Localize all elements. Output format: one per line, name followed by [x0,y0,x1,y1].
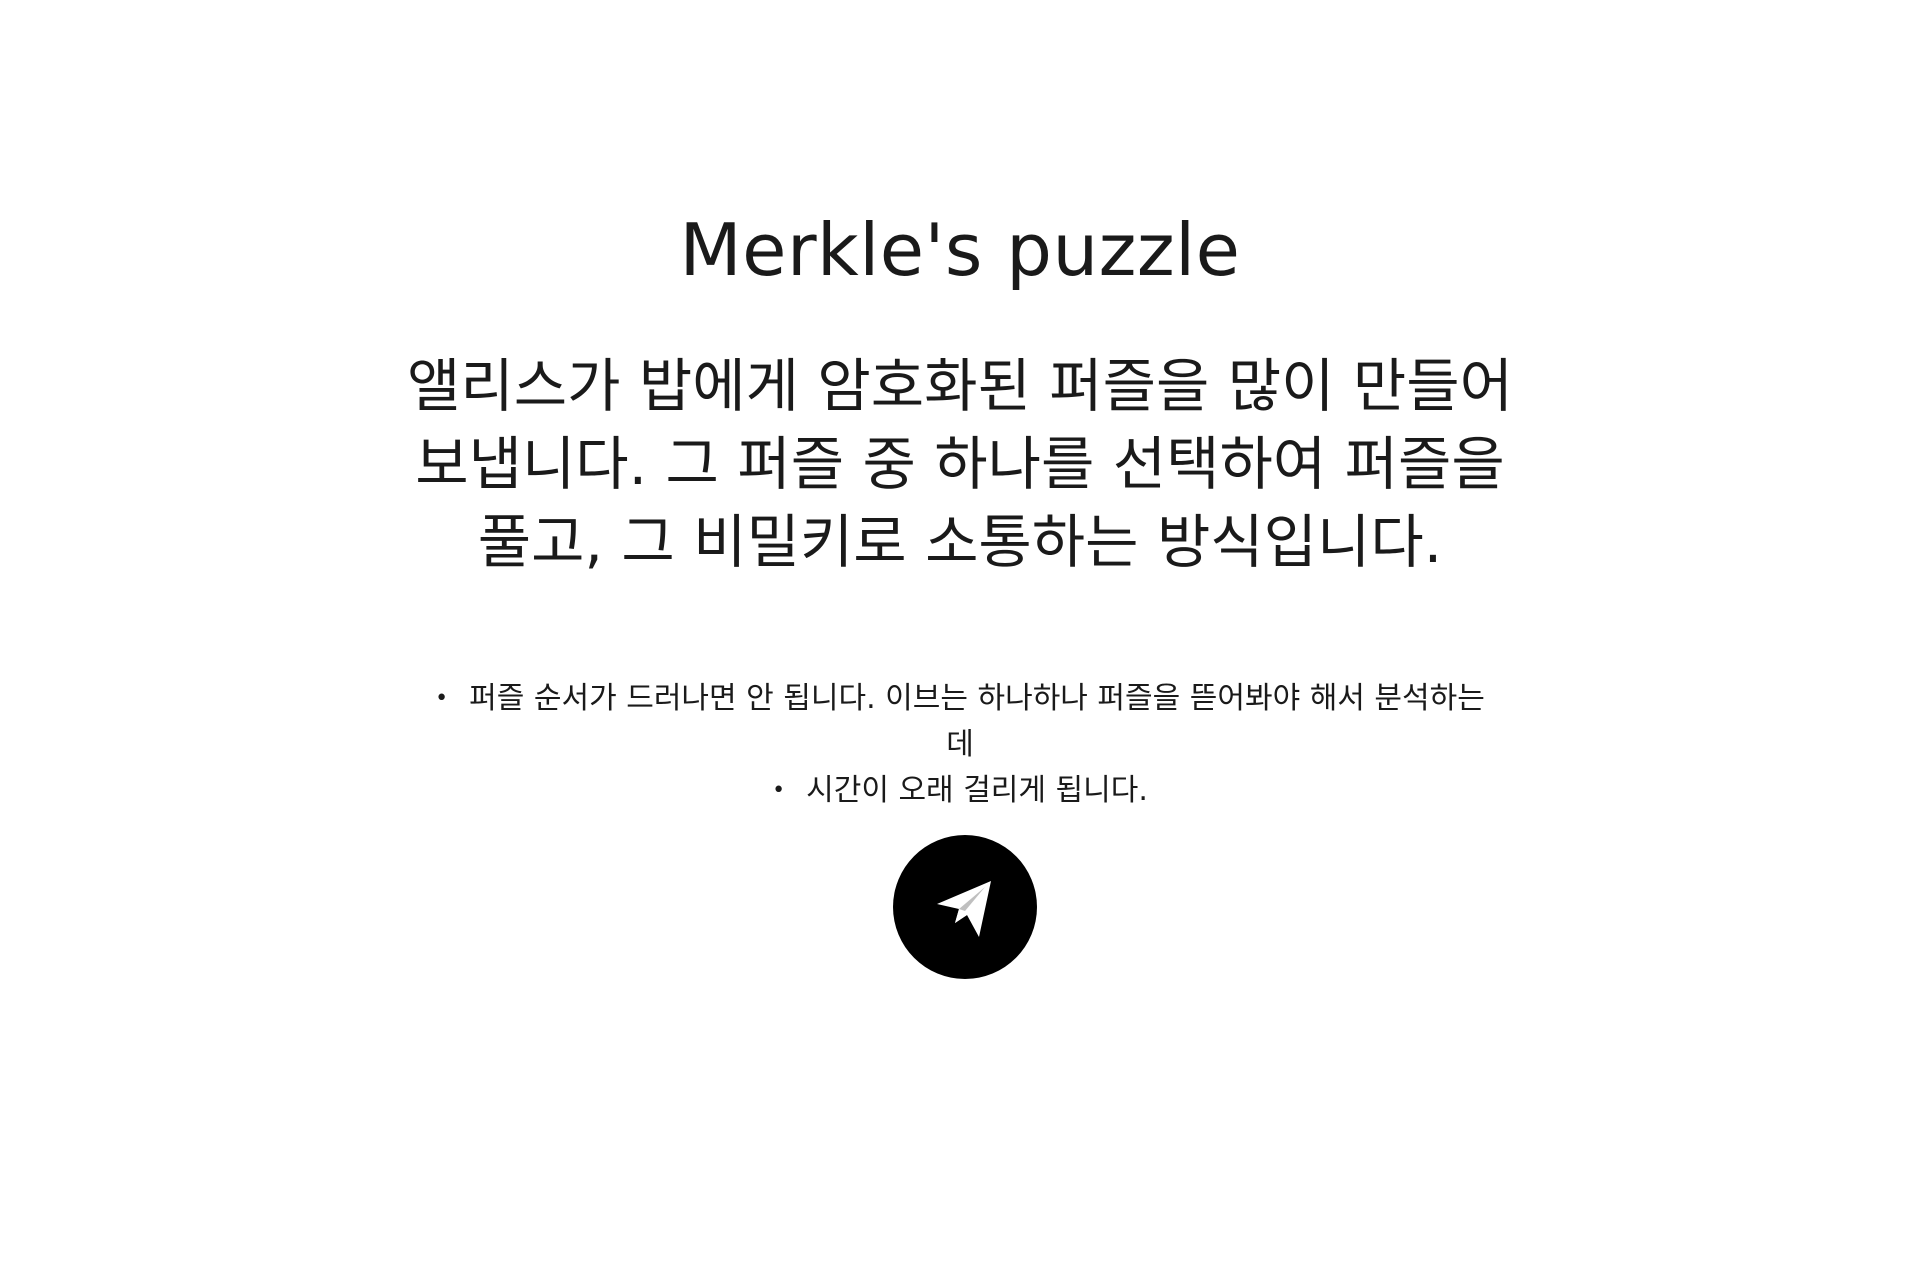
description-text: 앨리스가 밥에게 암호화된 퍼즐을 많이 만들어 보냅니다. 그 퍼즐 중 하나… [406,352,1514,576]
bullet-marker: • [435,686,449,711]
list-item: • 퍼즐 순서가 드러나면 안 됩니다. 이브는 하나하나 퍼즐을 뜯어봐야 해서… [430,676,1490,768]
note-text: 시간이 오래 걸리게 됩니다. [806,773,1148,808]
notes-list: • 퍼즐 순서가 드러나면 안 됩니다. 이브는 하나하나 퍼즐을 뜯어봐야 해서… [430,676,1490,814]
list-item: • 시간이 오래 걸리게 됩니다. [430,768,1490,814]
note-text: 퍼즐 순서가 드러나면 안 됩니다. 이브는 하나하나 퍼즐을 뜯어봐야 해서 … [469,681,1485,762]
paper-plane-icon [937,881,991,937]
send-button[interactable] [893,835,1037,979]
page-title: Merkle's puzzle [679,208,1241,292]
page: Merkle's puzzle 앨리스가 밥에게 암호화된 퍼즐을 많이 만들어… [0,0,1920,1281]
bullet-marker: • [772,778,786,803]
